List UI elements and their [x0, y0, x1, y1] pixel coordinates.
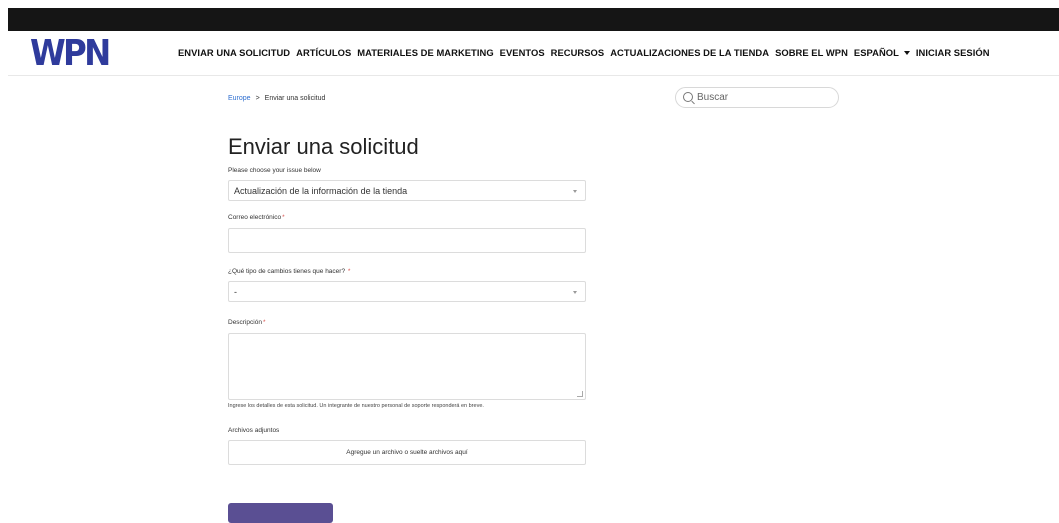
resize-handle-icon[interactable] [577, 391, 583, 397]
top-bar [8, 8, 1059, 31]
breadcrumb-europe-link[interactable]: Europe [228, 95, 251, 102]
nav-resources[interactable]: RECURSOS [551, 47, 605, 59]
submit-button[interactable] [228, 503, 333, 523]
change-type-select[interactable]: - [228, 281, 586, 302]
issue-select-value: Actualización de la información de la ti… [234, 186, 408, 196]
language-label: ESPAÑOL [853, 47, 899, 58]
description-help-text: Ingrese los detalles de esta solicitud. … [228, 403, 484, 409]
change-type-label-text: ¿Qué tipo de cambios tienes que hacer? [228, 268, 346, 275]
email-label-text: Correo electrónico [228, 214, 282, 221]
main-nav: ENVIAR UNA SOLICITUD ARTÍCULOS MATERIALE… [178, 47, 996, 59]
nav-store-updates[interactable]: ACTUALIZACIONES DE LA TIENDA [610, 47, 769, 59]
description-textarea[interactable] [228, 333, 586, 400]
chevron-down-icon [573, 291, 577, 294]
email-label: Correo electrónico* [228, 214, 285, 221]
description-label: Descripción* [228, 319, 266, 326]
issue-label: Please choose your issue below [228, 167, 321, 174]
required-marker: * [262, 319, 266, 326]
nav-submit-request[interactable]: ENVIAR UNA SOLICITUD [178, 47, 290, 59]
required-marker: * [282, 214, 285, 221]
issue-select[interactable]: Actualización de la información de la ti… [228, 180, 586, 201]
required-marker: * [347, 268, 351, 275]
search-icon [683, 92, 693, 102]
email-field[interactable] [228, 228, 586, 253]
nav-about-wpn[interactable]: SOBRE EL WPN [775, 47, 848, 59]
chevron-down-icon [573, 190, 577, 193]
change-type-label: ¿Qué tipo de cambios tienes que hacer? * [228, 268, 350, 275]
search-box [675, 87, 839, 108]
page-title: Enviar una solicitud [228, 134, 419, 159]
nav-articles[interactable]: ARTÍCULOS [296, 47, 351, 59]
description-label-text: Descripción [228, 319, 262, 326]
nav-events[interactable]: EVENTOS [500, 47, 545, 59]
change-type-select-value: - [234, 287, 237, 297]
attachments-dropzone[interactable]: Agregue un archivo o suelte archivos aqu… [228, 440, 586, 465]
breadcrumb-separator: > [255, 95, 260, 102]
nav-marketing-materials[interactable]: MATERIALES DE MARKETING [357, 47, 493, 59]
nav-language-dropdown[interactable]: ESPAÑOL [854, 47, 910, 59]
attachments-label: Archivos adjuntos [228, 427, 280, 434]
caret-down-icon [903, 50, 910, 55]
wpn-logo[interactable]: WPN [30, 36, 111, 72]
attachments-prompt[interactable]: Agregue un archivo o suelte archivos aqu… [229, 449, 585, 456]
nav-sign-in[interactable]: INICIAR SESIÓN [916, 47, 990, 59]
site-header: WPN ENVIAR UNA SOLICITUD ARTÍCULOS MATER… [8, 31, 1059, 76]
breadcrumb: Europe > Enviar una solicitud [228, 95, 325, 102]
breadcrumb-current: Enviar una solicitud [264, 95, 326, 102]
search-input[interactable] [697, 88, 832, 107]
